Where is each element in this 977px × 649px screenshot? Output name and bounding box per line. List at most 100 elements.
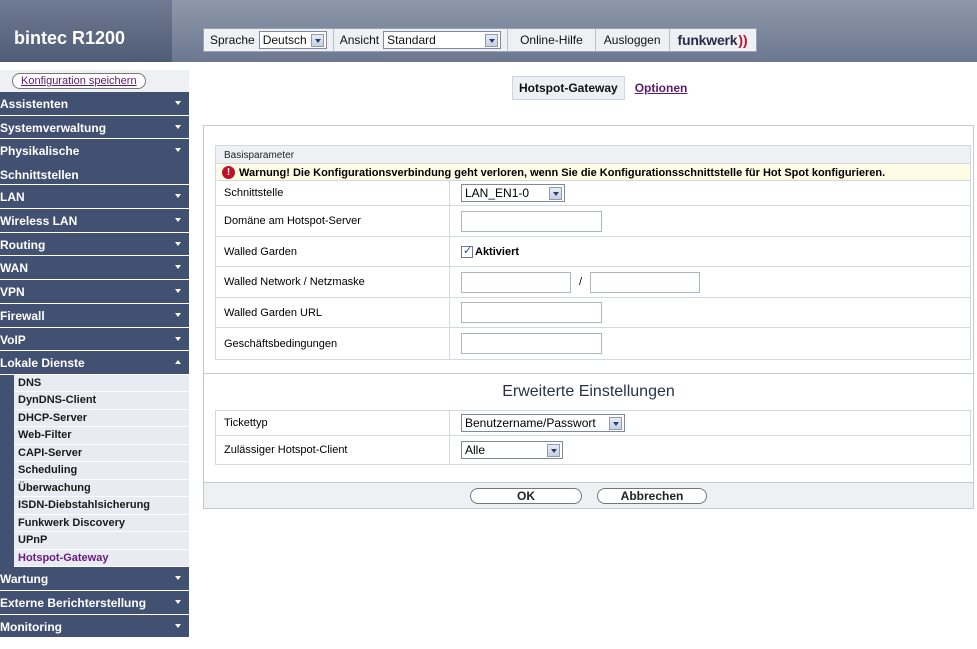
view-label: Ansicht xyxy=(339,33,380,47)
warning-text: Warnung! Die Konfigurationsverbindung ge… xyxy=(239,166,886,179)
chevron-down-icon xyxy=(485,33,499,47)
chevron-down-icon xyxy=(175,241,181,246)
chevron-down-icon xyxy=(175,101,181,105)
chevron-down-icon xyxy=(175,623,181,628)
warning-banner: ! Warnung! Die Konfigurationsverbindung … xyxy=(216,164,970,181)
allowed-client-label: Zulässiger Hotspot-Client xyxy=(216,436,450,464)
cancel-button[interactable]: Abbrechen xyxy=(597,487,707,504)
sidebar-item-label: VPN xyxy=(0,285,25,300)
tab-hotspot-gateway[interactable]: Hotspot-Gateway xyxy=(512,76,625,100)
brand-title: bintec R1200 xyxy=(0,0,172,62)
sidebar-item-label: Systemverwaltung xyxy=(0,120,107,135)
sidebar-item-label: Physikalische Schnittstellen xyxy=(0,144,80,183)
sidebar-item-externe-berichterstellung[interactable]: Externe Berichterstellung xyxy=(0,591,189,615)
sidebar-item-wartung[interactable]: Wartung xyxy=(0,567,189,592)
walled-network-label: Walled Network / Netzmaske xyxy=(216,267,450,297)
funkwerk-logo: funkwerk )) xyxy=(670,29,756,51)
chevron-down-icon xyxy=(175,124,181,129)
sidebar-item-voip[interactable]: VoIP xyxy=(0,327,189,352)
header-toolbar: Sprache Deutsch Ansicht Standard Online-… xyxy=(203,28,757,52)
chevron-down-icon xyxy=(609,416,622,430)
interface-select[interactable]: LAN_EN1-0 xyxy=(461,184,565,202)
sidebar-subitem-upnp[interactable]: UPnP xyxy=(14,532,189,550)
chevron-down-icon xyxy=(175,194,181,199)
sidebar-subitem-isdn-diebstahlsicherung[interactable]: ISDN-Diebstahlsicherung xyxy=(14,497,189,515)
chevron-down-icon xyxy=(310,33,324,47)
sidebar-item-label: Routing xyxy=(0,237,46,252)
sidebar-item-systemverwaltung[interactable]: Systemverwaltung xyxy=(0,115,189,140)
ticket-type-value-cell: Benutzername/Passwort xyxy=(450,411,970,435)
terms-input[interactable] xyxy=(461,333,602,354)
chevron-down-icon xyxy=(175,218,181,223)
ticket-type-label: Tickettyp xyxy=(216,411,450,435)
view-select[interactable]: Standard xyxy=(383,31,502,49)
sidebar-subitem-capi-server[interactable]: CAPI-Server xyxy=(14,445,189,463)
walled-network-input[interactable] xyxy=(461,271,571,293)
sidebar-subitem-funkwerk-discovery[interactable]: Funkwerk Discovery xyxy=(14,515,189,533)
sidebar-item-label: VoIP xyxy=(0,332,26,347)
chevron-down-icon xyxy=(175,312,181,317)
section-title: Basisparameter xyxy=(216,146,970,164)
terms-label: Geschäftsbedingungen xyxy=(216,328,450,359)
sidebar-item-physikalische-schnittstellen[interactable]: Physikalische Schnittstellen xyxy=(0,139,189,186)
sidebar-item-wan[interactable]: WAN xyxy=(0,256,189,281)
chevron-down-icon xyxy=(175,289,181,294)
sidebar-subitem-hotspot-gateway[interactable]: Hotspot-Gateway xyxy=(14,550,189,568)
form-row-terms: Geschäftsbedingungen xyxy=(216,328,970,359)
sidebar-item-monitoring[interactable]: Monitoring xyxy=(0,614,189,639)
config-panel: Basisparameter ! Warnung! Die Konfigurat… xyxy=(203,125,974,509)
walled-url-input[interactable] xyxy=(461,302,602,323)
sidebar-subitem-scheduling[interactable]: Scheduling xyxy=(14,462,189,480)
walled-garden-checkbox[interactable] xyxy=(461,244,473,258)
form-row-walled-network: Walled Network / Netzmaske / xyxy=(216,267,970,298)
form-row-domain: Domäne am Hotspot-Server xyxy=(216,206,970,237)
sidebar-item-vpn[interactable]: VPN xyxy=(0,280,189,304)
language-select[interactable]: Deutsch xyxy=(258,31,327,49)
panel-content: Basisparameter ! Warnung! Die Konfigurat… xyxy=(204,126,973,360)
logout-link[interactable]: Ausloggen xyxy=(596,29,670,51)
sidebar-item-lokale-dienste[interactable]: Lokale Dienste xyxy=(0,351,189,375)
terms-value-cell xyxy=(450,328,970,359)
interface-select-value: LAN_EN1-0 xyxy=(465,186,530,200)
sidebar-item-firewall[interactable]: Firewall xyxy=(0,303,189,328)
ok-button[interactable]: OK xyxy=(470,487,582,504)
form-row-ticket-type: Tickettyp Benutzername/Passwort xyxy=(216,411,970,436)
sidebar-subitem-dhcp-server[interactable]: DHCP-Server xyxy=(14,410,189,428)
sidebar-item-lan[interactable]: LAN xyxy=(0,185,189,210)
interface-label: Schnittstelle xyxy=(216,181,450,205)
allowed-client-value-cell: Alle xyxy=(450,436,970,464)
sidebar-subitem-dns[interactable]: DNS xyxy=(14,375,189,393)
sidebar: Konfiguration speichern Assistenten Syst… xyxy=(0,70,189,639)
view-selector: Ansicht Standard xyxy=(334,29,509,51)
sidebar-item-wireless-lan[interactable]: Wireless LAN xyxy=(0,209,189,233)
walled-netmask-input[interactable] xyxy=(590,271,701,293)
netmask-separator: / xyxy=(579,276,583,288)
help-link[interactable]: Online-Hilfe xyxy=(508,29,596,51)
sidebar-item-label: Assistenten xyxy=(0,97,69,111)
sidebar-item-routing[interactable]: Routing xyxy=(0,232,189,257)
sidebar-item-label: WAN xyxy=(0,261,28,276)
sidebar-subitem-ueberwachung[interactable]: Überwachung xyxy=(14,480,189,498)
chevron-down-icon xyxy=(175,336,181,341)
chevron-down-icon xyxy=(549,186,562,200)
language-selector: Sprache Deutsch xyxy=(204,29,334,51)
allowed-client-select-value: Alle xyxy=(465,443,486,457)
chevron-down-icon xyxy=(175,148,181,153)
sidebar-item-assistenten[interactable]: Assistenten xyxy=(0,92,189,116)
sidebar-item-label: Monitoring xyxy=(0,619,62,634)
header-bar: bintec R1200 Sprache Deutsch Ansicht Sta… xyxy=(0,0,977,62)
save-config-button[interactable]: Konfiguration speichern xyxy=(12,73,146,89)
tab-optionen[interactable]: Optionen xyxy=(629,76,694,100)
allowed-client-select[interactable]: Alle xyxy=(461,441,563,459)
sidebar-subitem-dyndns-client[interactable]: DynDNS-Client xyxy=(14,392,189,410)
sidebar-subitem-web-filter[interactable]: Web-Filter xyxy=(14,427,189,445)
advanced-settings-title: Erweiterte Einstellungen xyxy=(204,373,973,407)
sidebar-submenu-lokale-dienste: DNS DynDNS-Client DHCP-Server Web-Filter… xyxy=(0,374,189,568)
form-row-walled-garden: Walled Garden Aktiviert xyxy=(216,237,970,267)
chevron-down-icon xyxy=(175,265,181,270)
form-footer: OK Abbrechen xyxy=(204,482,973,508)
domain-input[interactable] xyxy=(461,210,602,232)
language-label: Sprache xyxy=(210,33,255,47)
walled-garden-value-cell: Aktiviert xyxy=(450,237,970,266)
ticket-type-select[interactable]: Benutzername/Passwort xyxy=(461,414,625,432)
